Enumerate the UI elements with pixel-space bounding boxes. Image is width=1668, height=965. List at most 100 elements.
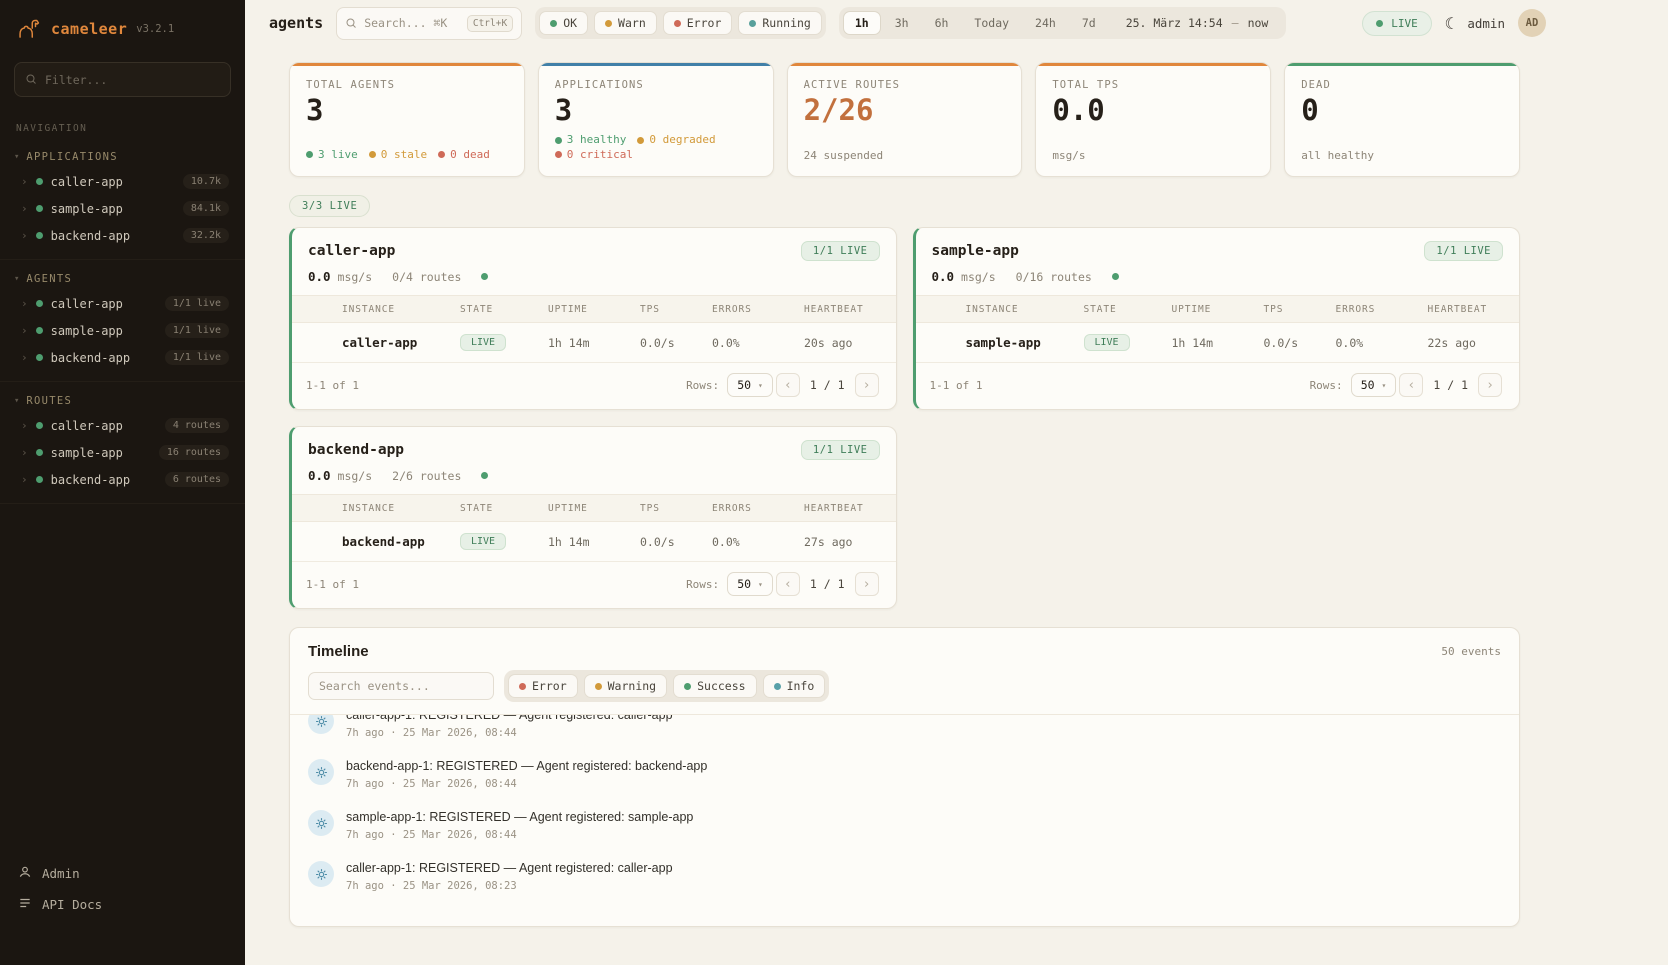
stat-card-total-tps: TOTAL TPS 0.0 msg/s <box>1035 62 1271 177</box>
legend-text: 0 critical <box>567 148 633 162</box>
section-header-routes[interactable]: ▾ ROUTES <box>8 390 237 412</box>
theme-toggle-button[interactable]: ☾ <box>1445 14 1455 33</box>
timeline-event: sample-app-1: REGISTERED — Agent registe… <box>308 800 1501 851</box>
column-header: HEARTBEAT <box>804 503 882 514</box>
sidebar-item-caller-app-routes[interactable]: › caller-app 4 routes <box>8 412 237 439</box>
prev-page-button[interactable]: ‹ <box>776 572 800 596</box>
table-row[interactable]: sample-app LIVE 1h 14m 0.0/s 0.0% 22s ag… <box>916 323 1520 363</box>
time-range-1h[interactable]: 1h <box>843 11 881 35</box>
gear-icon <box>308 861 334 887</box>
rate-unit: msg/s <box>338 270 373 284</box>
next-page-button[interactable]: › <box>1478 373 1502 397</box>
section-title: AGENTS <box>26 273 72 285</box>
rows-per-page-select[interactable]: 50 ▾ <box>1351 373 1397 397</box>
sidebar-item-backend-app-routes[interactable]: › backend-app 6 routes <box>8 466 237 493</box>
app-card-sample-app: sample-app 1/1 LIVE 0.0 msg/s 0/16 route… <box>913 227 1521 410</box>
rows-per-page-select[interactable]: 50 ▾ <box>727 373 773 397</box>
prev-page-button[interactable]: ‹ <box>1399 373 1423 397</box>
filter-chip-info[interactable]: Info <box>763 674 826 698</box>
sidebar-item-label: backend-app <box>51 351 157 365</box>
table-row[interactable]: backend-app LIVE 1h 14m 0.0/s 0.0% 27s a… <box>292 522 896 562</box>
menu-list-icon <box>18 896 32 913</box>
avatar[interactable]: AD <box>1518 9 1546 37</box>
username: admin <box>1467 16 1505 31</box>
rows-per-page-value: 50 <box>1361 378 1375 392</box>
sidebar-item-api-docs[interactable]: API Docs <box>18 896 227 913</box>
prev-page-button[interactable]: ‹ <box>776 373 800 397</box>
table-row[interactable]: caller-app LIVE 1h 14m 0.0/s 0.0% 20s ag… <box>292 323 896 363</box>
table-header: INSTANCE STATE UPTIME TPS ERRORS HEARTBE… <box>292 295 896 323</box>
sidebar-section-applications: ▾ APPLICATIONS › caller-app 10.7k › samp… <box>0 138 245 260</box>
timeline-event-list[interactable]: caller-app-1: REGISTERED — Agent registe… <box>290 715 1519 926</box>
cell-instance: sample-app <box>966 335 1084 350</box>
time-range-today[interactable]: Today <box>962 11 1021 35</box>
page-indicator: 1 / 1 <box>810 577 845 591</box>
chevron-right-icon: › <box>21 230 28 241</box>
date-separator: — <box>1232 16 1239 30</box>
legend-dot <box>438 151 445 158</box>
gear-icon <box>308 810 334 836</box>
sidebar-item-admin[interactable]: Admin <box>18 865 227 882</box>
camel-logo-icon <box>16 16 42 42</box>
sidebar-filter-input[interactable] <box>45 73 220 87</box>
sidebar-item-sample-app-agent[interactable]: › sample-app 1/1 live <box>8 317 237 344</box>
chevron-down-icon: ▾ <box>14 274 19 284</box>
next-page-button[interactable]: › <box>855 373 879 397</box>
section-header-applications[interactable]: ▾ APPLICATIONS <box>8 146 237 168</box>
legend-text: 0 stale <box>381 148 427 162</box>
chip-label: Error <box>532 679 567 693</box>
section-header-agents[interactable]: ▾ AGENTS <box>8 268 237 290</box>
event-title: caller-app-1: REGISTERED — Agent registe… <box>346 715 673 722</box>
event-title: sample-app-1: REGISTERED — Agent registe… <box>346 810 693 824</box>
sidebar-item-sample-app[interactable]: › sample-app 84.1k <box>8 195 237 222</box>
date-range[interactable]: 25. März 14:54 — now <box>1110 16 1283 30</box>
row-range: 1-1 of 1 <box>306 578 359 591</box>
timeline-search <box>308 672 494 700</box>
timeline-title: Timeline <box>308 643 369 660</box>
sidebar-filter <box>14 62 231 97</box>
stat-legend-item: 3 live <box>306 148 358 162</box>
column-header: STATE <box>460 304 548 315</box>
time-range-24h[interactable]: 24h <box>1023 11 1068 35</box>
sidebar-section-agents: ▾ AGENTS › caller-app 1/1 live › sample-… <box>0 260 245 382</box>
timeline-search-input[interactable] <box>319 679 483 693</box>
cell-tps: 0.0/s <box>640 535 712 549</box>
sidebar-item-backend-app[interactable]: › backend-app 32.2k <box>8 222 237 249</box>
stat-subtext: all healthy <box>1301 149 1503 162</box>
event-title: backend-app-1: REGISTERED — Agent regist… <box>346 759 707 773</box>
filter-chip-warn[interactable]: Warn <box>594 11 657 35</box>
timeline-card: Timeline 50 events Error Warning <box>289 627 1520 927</box>
sidebar-item-sample-app-routes[interactable]: › sample-app 16 routes <box>8 439 237 466</box>
filter-chip-error[interactable]: Error <box>508 674 578 698</box>
filter-chip-success[interactable]: Success <box>673 674 756 698</box>
live-indicator[interactable]: LIVE <box>1362 11 1432 36</box>
sidebar-item-label: backend-app <box>51 229 175 243</box>
stat-value: 0.0 <box>1052 95 1254 125</box>
rows-per-page-select[interactable]: 50 ▾ <box>727 572 773 596</box>
filter-chip-error[interactable]: Error <box>663 11 733 35</box>
filter-chip-warning[interactable]: Warning <box>584 674 667 698</box>
keyboard-shortcut-badge: Ctrl+K <box>467 15 513 32</box>
health-dot <box>481 273 488 280</box>
time-range-7d[interactable]: 7d <box>1070 11 1108 35</box>
stat-legend-item: 0 dead <box>438 148 490 162</box>
chevron-right-icon: › <box>21 176 28 187</box>
chevron-right-icon: › <box>21 325 28 336</box>
time-range-3h[interactable]: 3h <box>883 11 921 35</box>
sidebar-item-caller-app[interactable]: › caller-app 10.7k <box>8 168 237 195</box>
sidebar-item-label: sample-app <box>51 202 175 216</box>
sidebar-item-backend-app-agent[interactable]: › backend-app 1/1 live <box>8 344 237 371</box>
filter-chip-running[interactable]: Running <box>738 11 821 35</box>
state-badge: LIVE <box>460 334 506 351</box>
time-range-6h[interactable]: 6h <box>923 11 961 35</box>
sidebar-item-caller-app-agent[interactable]: › caller-app 1/1 live <box>8 290 237 317</box>
next-page-button[interactable]: › <box>855 572 879 596</box>
sidebar-item-label: caller-app <box>51 419 157 433</box>
caret-down-icon: ▾ <box>758 580 763 589</box>
chevron-down-icon: ▾ <box>14 396 19 406</box>
app-live-badge: 1/1 LIVE <box>801 241 880 261</box>
filter-chip-ok[interactable]: OK <box>539 11 588 35</box>
cell-tps: 0.0/s <box>640 336 712 350</box>
stat-legend: 3 live 0 stale 0 dead <box>306 148 508 162</box>
global-search-input[interactable] <box>364 16 460 30</box>
